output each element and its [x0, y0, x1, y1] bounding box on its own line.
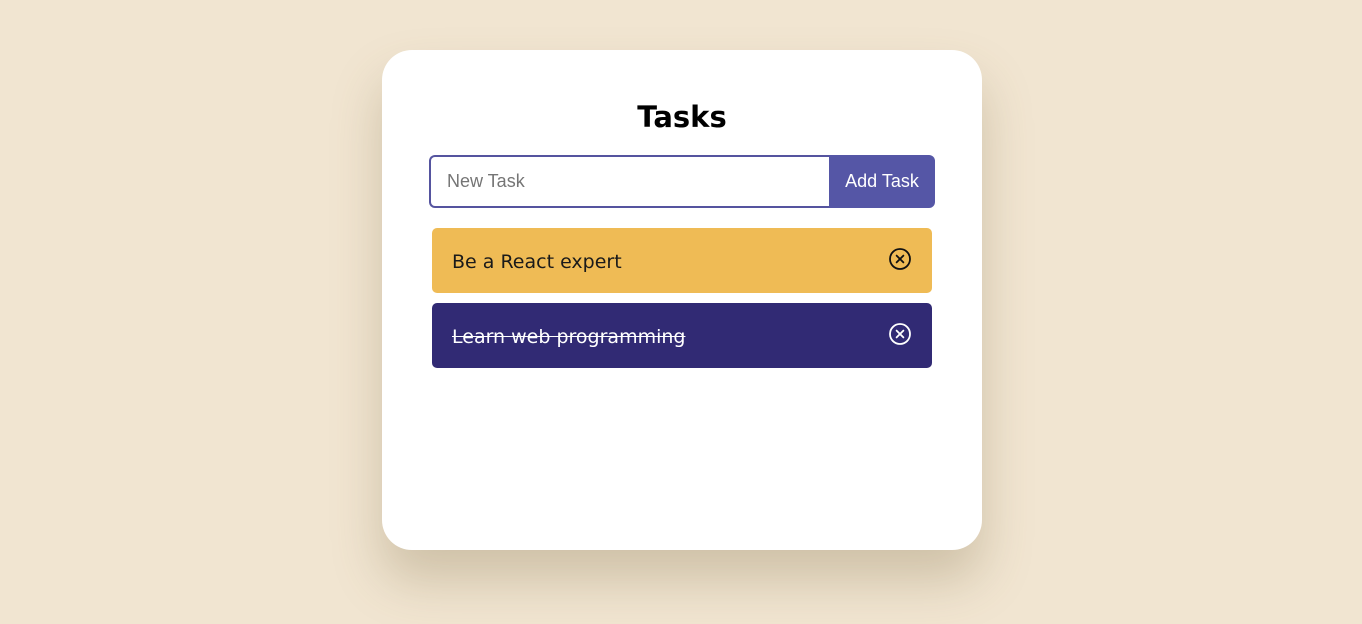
close-circle-icon[interactable]: [888, 247, 912, 271]
task-item[interactable]: Learn web programming: [432, 303, 932, 368]
add-task-form: Add Task: [429, 155, 935, 208]
task-item[interactable]: Be a React expert: [432, 228, 932, 293]
close-circle-icon[interactable]: [888, 322, 912, 346]
new-task-input[interactable]: [429, 155, 829, 208]
page-title: Tasks: [637, 100, 727, 134]
task-label[interactable]: Be a React expert: [452, 228, 622, 296]
add-task-button[interactable]: Add Task: [829, 155, 935, 208]
task-card: Tasks Add Task Be a React expert Learn w…: [382, 50, 982, 550]
task-label[interactable]: Learn web programming: [452, 303, 685, 371]
